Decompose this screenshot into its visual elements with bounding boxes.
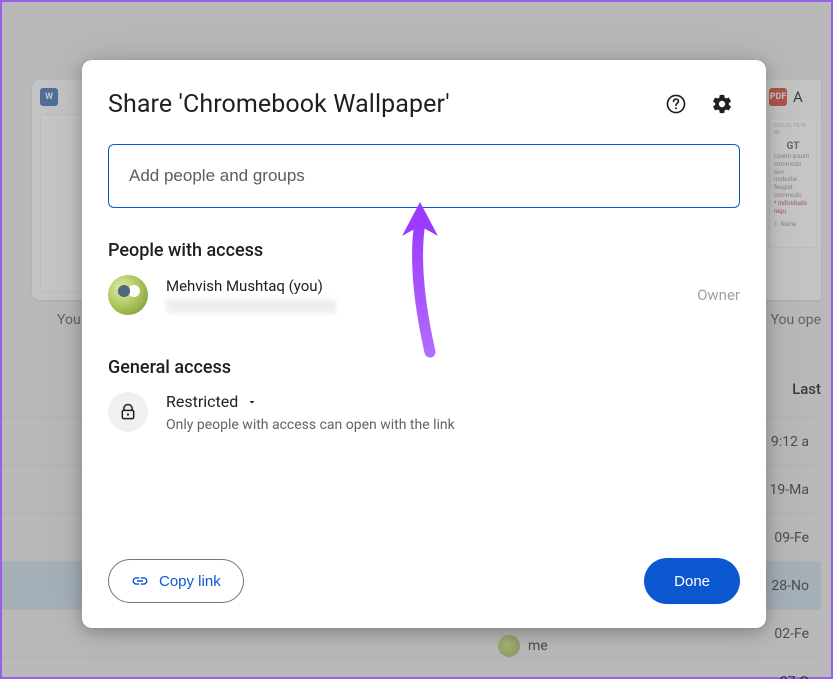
access-mode-dropdown[interactable]: Restricted [166,392,740,411]
caret-down-icon [246,396,258,408]
person-role: Owner [697,286,740,304]
help-button[interactable] [658,86,694,122]
settings-button[interactable] [704,86,740,122]
general-access-heading: General access [108,357,740,378]
person-email-redacted [166,299,336,313]
copy-link-label: Copy link [159,573,221,590]
help-icon [665,93,687,115]
dialog-title: Share 'Chromebook Wallpaper' [108,90,648,119]
copy-link-button[interactable]: Copy link [108,559,244,603]
link-icon [131,572,149,590]
access-mode-label: Restricted [166,392,238,411]
access-scope-icon-wrap [108,392,148,432]
gear-icon [711,93,733,115]
person-name: Mehvish Mushtaq (you) [166,277,679,295]
access-mode-description: Only people with access can open with th… [166,417,740,433]
share-dialog: Share 'Chromebook Wallpaper' People with… [82,60,766,628]
avatar [108,275,148,315]
person-row: Mehvish Mushtaq (you) Owner [108,275,740,315]
lock-icon [118,402,138,422]
done-button[interactable]: Done [644,558,740,604]
add-people-input[interactable] [108,144,740,208]
people-with-access-heading: People with access [108,240,740,261]
